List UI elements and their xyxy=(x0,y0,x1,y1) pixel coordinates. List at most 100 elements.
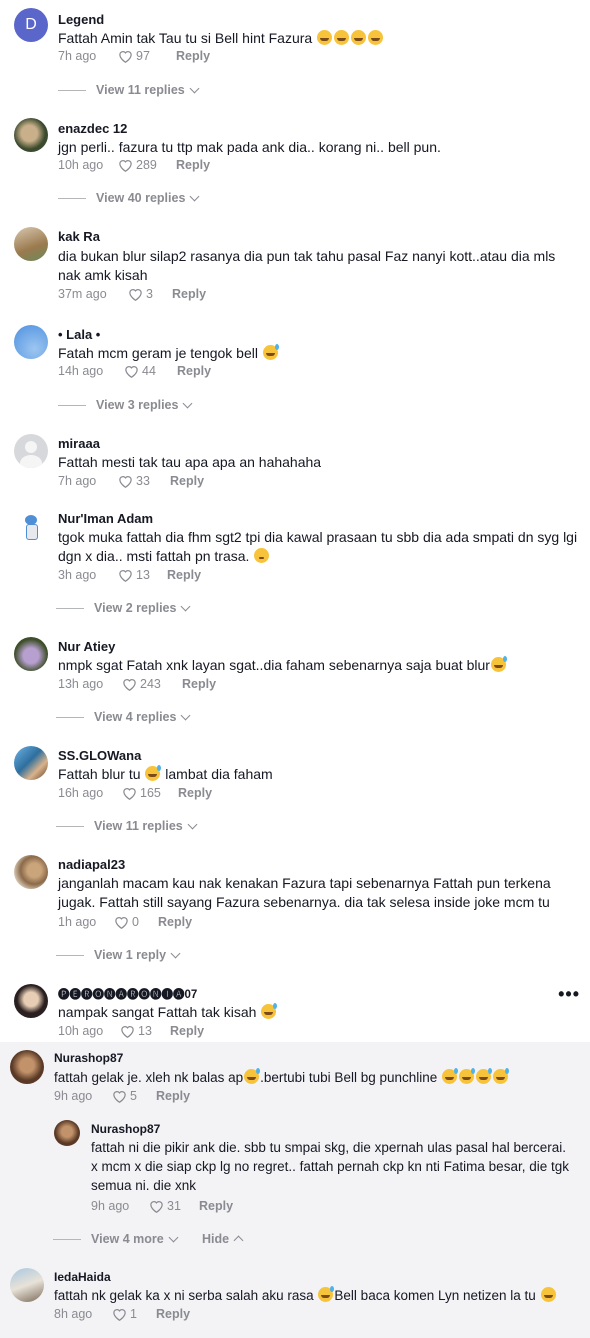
reply-button[interactable]: Reply xyxy=(199,1199,233,1213)
like-button[interactable]: 13 xyxy=(120,1024,170,1038)
like-button[interactable]: 3 xyxy=(128,287,172,301)
comment-username[interactable]: kak Ra xyxy=(58,229,100,244)
comment-time: 37m ago xyxy=(58,287,107,301)
reply-button[interactable]: Reply xyxy=(177,364,211,378)
avatar[interactable] xyxy=(10,1050,44,1084)
avatar[interactable] xyxy=(14,509,48,543)
comment-username[interactable]: Nur Atiey xyxy=(58,639,115,654)
laughing-tears-emoji-icon xyxy=(459,1068,476,1084)
like-button[interactable]: 165 xyxy=(122,786,178,800)
like-button[interactable]: 289 xyxy=(118,158,176,172)
heart-outline-icon xyxy=(123,679,136,691)
avatar[interactable]: D xyxy=(14,8,48,42)
avatar[interactable] xyxy=(14,434,48,468)
avatar[interactable] xyxy=(14,118,48,152)
heart-outline-icon xyxy=(125,366,138,378)
like-count: 289 xyxy=(136,158,157,172)
heart-outline-icon xyxy=(119,476,132,488)
comment-username[interactable]: Nurashop87 xyxy=(91,1122,160,1136)
avatar[interactable] xyxy=(14,637,48,671)
reply-button[interactable]: Reply xyxy=(158,915,192,929)
heart-outline-icon xyxy=(129,289,142,301)
like-button[interactable]: 13 xyxy=(118,568,167,582)
comment-time: 7h ago xyxy=(58,474,97,488)
grinning-sweat-emoji-icon xyxy=(490,656,507,672)
view-replies-button[interactable]: View 4 replies xyxy=(56,710,191,724)
like-count: 31 xyxy=(167,1199,181,1213)
laughing-tears-emoji-icon xyxy=(244,1068,261,1084)
like-count: 5 xyxy=(130,1089,137,1103)
laughing-emoji-icon xyxy=(334,30,350,45)
heart-outline-icon xyxy=(119,160,132,172)
like-button[interactable]: 1 xyxy=(112,1307,156,1321)
chevron-down-icon xyxy=(183,398,193,408)
reply-button[interactable]: Reply xyxy=(176,158,210,172)
comment-username[interactable]: SS.GLOWana xyxy=(58,748,141,763)
comment-time: 7h ago xyxy=(58,49,97,63)
heart-outline-icon xyxy=(123,788,136,800)
like-count: 13 xyxy=(136,568,150,582)
heart-outline-icon xyxy=(115,917,128,929)
comment-username[interactable]: miraaa xyxy=(58,436,100,451)
view-replies-button[interactable]: View 11 replies xyxy=(58,83,200,97)
more-options-icon[interactable]: ••• xyxy=(558,984,580,1005)
laughing-emoji-icon xyxy=(351,30,367,45)
reply-button[interactable]: Reply xyxy=(170,1024,204,1038)
like-button[interactable]: 5 xyxy=(112,1089,156,1103)
reply-button[interactable]: Reply xyxy=(170,474,204,488)
laughing-emoji-icon xyxy=(317,30,333,45)
avatar[interactable] xyxy=(14,746,48,780)
heart-outline-icon xyxy=(113,1309,126,1321)
like-button[interactable]: 243 xyxy=(122,677,182,691)
reply-button[interactable]: Reply xyxy=(156,1089,190,1103)
comment-text: Fattah blur tu lambat dia faham xyxy=(58,765,273,782)
like-count: 13 xyxy=(138,1024,152,1038)
comment-username[interactable]: nadiapal23 xyxy=(58,857,125,872)
comment-time: 1h ago xyxy=(58,915,97,929)
like-button[interactable]: 31 xyxy=(149,1199,199,1213)
comment-username[interactable]: 🅟🅔🅡🅞🅝🅐🅡🅞🅝🅘🅐07 xyxy=(58,986,197,1002)
comment-username[interactable]: Nurashop87 xyxy=(54,1051,123,1065)
reply-button[interactable]: Reply xyxy=(176,49,210,63)
reply-button[interactable]: Reply xyxy=(156,1307,190,1321)
comment-time: 16h ago xyxy=(58,786,104,800)
avatar[interactable] xyxy=(54,1120,80,1146)
hide-replies-button[interactable]: Hide xyxy=(202,1232,244,1246)
avatar[interactable] xyxy=(14,227,48,261)
reply-button[interactable]: Reply xyxy=(167,568,201,582)
reply-button[interactable]: Reply xyxy=(172,287,206,301)
like-button[interactable]: 97 xyxy=(118,49,176,63)
comment-text: janganlah macam kau nak kenakan Fazura t… xyxy=(58,875,551,910)
like-button[interactable]: 33 xyxy=(118,474,170,488)
comment-text: nmpk sgat Fatah xnk layan sgat..dia faha… xyxy=(58,656,578,675)
chevron-down-icon xyxy=(189,83,200,93)
comment-username[interactable]: IedaHaida xyxy=(54,1270,111,1284)
comment-text: jgn perli.. fazura tu ttp mak pada ank d… xyxy=(58,139,441,155)
avatar[interactable] xyxy=(14,855,48,889)
like-button[interactable]: 44 xyxy=(124,364,177,378)
chevron-down-icon xyxy=(189,191,200,201)
comment-text: fattah gelak je. xleh nk balas ap .bertub… xyxy=(54,1068,574,1087)
comment-username[interactable]: • Lala • xyxy=(58,327,100,342)
comment-text: tgok muka fattah dia fhm sgt2 tpi dia ka… xyxy=(58,529,578,564)
reply-button[interactable]: Reply xyxy=(182,677,216,691)
avatar[interactable] xyxy=(10,1268,44,1302)
avatar[interactable] xyxy=(14,984,48,1018)
view-replies-button[interactable]: View 2 replies xyxy=(56,601,191,615)
comment-username[interactable]: enazdec 12 xyxy=(58,121,127,136)
view-more-replies-button[interactable]: View 4 more xyxy=(53,1232,179,1246)
view-replies-button[interactable]: View 40 replies xyxy=(58,191,200,205)
laughing-tears-emoji-icon xyxy=(493,1068,510,1084)
heart-outline-icon xyxy=(119,570,132,582)
view-replies-button[interactable]: View 3 replies xyxy=(58,398,193,412)
avatar[interactable] xyxy=(14,325,48,359)
view-replies-button[interactable]: View 11 replies xyxy=(56,819,198,833)
like-count: 0 xyxy=(132,915,139,929)
comment-username[interactable]: Legend xyxy=(58,12,104,27)
chevron-down-icon xyxy=(181,601,191,611)
like-button[interactable]: 0 xyxy=(114,915,158,929)
reply-button[interactable]: Reply xyxy=(178,786,212,800)
view-replies-button[interactable]: View 1 reply xyxy=(56,948,181,962)
comment-username[interactable]: Nur'Iman Adam xyxy=(58,511,153,526)
comment-text: nampak sangat Fattah tak kisah xyxy=(58,1003,578,1022)
